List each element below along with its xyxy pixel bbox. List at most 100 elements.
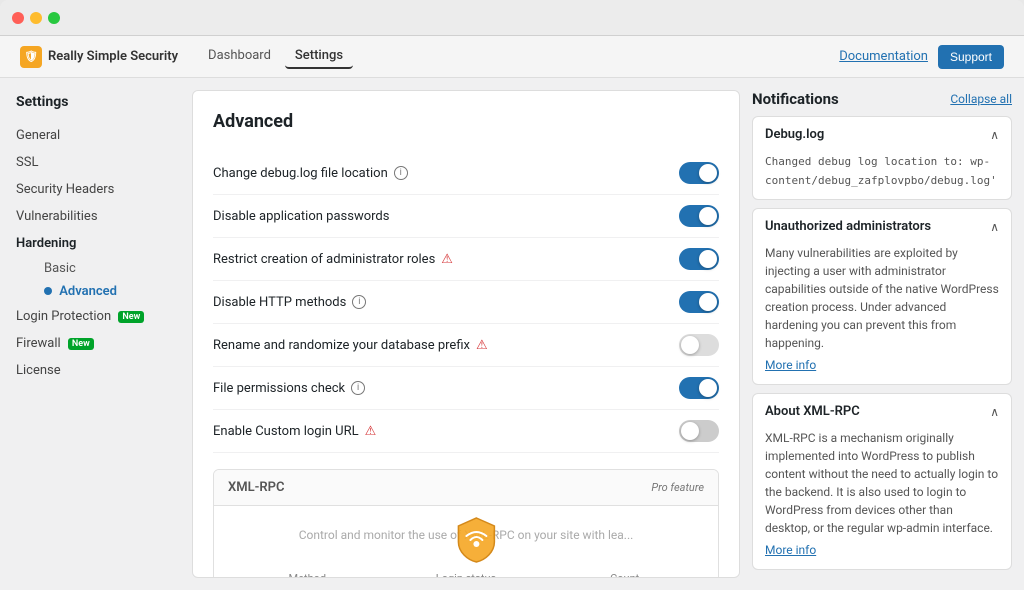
notif-card-unauthorized-admins-header[interactable]: Unauthorized administrators ∧ <box>753 209 1011 244</box>
toggle-db-prefix[interactable] <box>679 334 719 356</box>
toggle-file-permissions[interactable] <box>679 377 719 399</box>
sidebar-item-security-headers[interactable]: Security Headers <box>0 176 180 203</box>
shield-icon <box>450 514 502 566</box>
toggle-app-passwords[interactable] <box>679 205 719 227</box>
toggle-debug-log[interactable] <box>679 162 719 184</box>
toggle-track-app-passwords[interactable] <box>679 205 719 227</box>
xml-rpc-header: XML-RPC Pro feature <box>214 470 718 506</box>
toggle-track-http-methods[interactable] <box>679 291 719 313</box>
toggle-track-db-prefix[interactable] <box>679 334 719 356</box>
sidebar-item-firewall[interactable]: Firewall New <box>0 330 180 357</box>
sidebar-item-hardening[interactable]: Hardening <box>0 230 180 257</box>
sidebar-item-login-protection[interactable]: Login Protection New <box>0 303 180 330</box>
toggle-thumb-custom-login <box>681 422 699 440</box>
notif-card-xml-rpc-body: XML-RPC is a mechanism originally implem… <box>753 429 1011 569</box>
info-icon-http-methods[interactable]: i <box>352 295 366 309</box>
logo-icon: 🛡 <box>20 46 42 68</box>
toggle-custom-login[interactable] <box>679 420 719 442</box>
sidebar-item-vulnerabilities[interactable]: Vulnerabilities <box>0 203 180 230</box>
warning-icon-db-prefix: ⚠ <box>476 338 488 353</box>
setting-row-custom-login: Enable Custom login URL ⚠ <box>213 410 719 453</box>
toggle-thumb-app-passwords <box>699 207 717 225</box>
top-nav-right: Documentation Support <box>839 45 1004 69</box>
shield-container <box>450 514 502 570</box>
warning-icon-custom-login: ⚠ <box>365 424 377 439</box>
setting-label-app-passwords: Disable application passwords <box>213 209 679 224</box>
toggle-http-methods[interactable] <box>679 291 719 313</box>
toggle-thumb-http-methods <box>699 293 717 311</box>
minimize-button[interactable] <box>30 12 42 24</box>
toggle-track-debug-log[interactable] <box>679 162 719 184</box>
main-layout: Settings General SSL Security Headers Vu… <box>0 78 1024 590</box>
setting-label-debug-log: Change debug.log file location i <box>213 166 679 181</box>
info-icon-debug-log[interactable]: i <box>394 166 408 180</box>
xml-rpc-body: Control and monitor the use of XML-RPC o… <box>214 506 718 578</box>
sidebar-item-ssl[interactable]: SSL <box>0 149 180 176</box>
sidebar-title: Settings <box>0 94 180 122</box>
notif-card-debug-log-title: Debug.log <box>765 127 824 142</box>
close-button[interactable] <box>12 12 24 24</box>
notifications-header: Notifications Collapse all <box>752 90 1012 108</box>
setting-label-admin-roles: Restrict creation of administrator roles… <box>213 252 679 267</box>
sidebar-sub-basic[interactable]: Basic <box>28 257 180 280</box>
setting-row-admin-roles: Restrict creation of administrator roles… <box>213 238 719 281</box>
info-icon-file-permissions[interactable]: i <box>351 381 365 395</box>
chevron-up-icon: ∧ <box>990 128 999 142</box>
toggle-admin-roles[interactable] <box>679 248 719 270</box>
toggle-track-admin-roles[interactable] <box>679 248 719 270</box>
support-button[interactable]: Support <box>938 45 1004 69</box>
notifications-title: Notifications <box>752 90 839 108</box>
sidebar: Settings General SSL Security Headers Vu… <box>0 78 180 590</box>
content-area: Advanced Change debug.log file location … <box>180 78 1024 590</box>
top-nav: 🛡 Really Simple Security Dashboard Setti… <box>0 36 1024 78</box>
logo: 🛡 Really Simple Security <box>20 46 178 68</box>
setting-row-debug-log: Change debug.log file location i <box>213 152 719 195</box>
window-chrome <box>0 0 1024 36</box>
main-panel: Advanced Change debug.log file location … <box>192 90 740 578</box>
xml-rpc-pro-label: Pro feature <box>651 481 704 494</box>
toggle-thumb-debug-log <box>699 164 717 182</box>
setting-row-http-methods: Disable HTTP methods i <box>213 281 719 324</box>
nav-dashboard[interactable]: Dashboard <box>198 44 281 69</box>
sidebar-sub-advanced[interactable]: Advanced <box>28 280 180 303</box>
more-info-link-unauthorized[interactable]: More info <box>765 356 816 374</box>
sidebar-item-general[interactable]: General <box>0 122 180 149</box>
notif-card-unauthorized-admins-title: Unauthorized administrators <box>765 219 931 234</box>
toggle-track-custom-login[interactable] <box>679 420 719 442</box>
notif-card-xml-rpc-header[interactable]: About XML-RPC ∧ <box>753 394 1011 429</box>
logo-text: Really Simple Security <box>48 49 178 64</box>
setting-row-file-permissions: File permissions check i <box>213 367 719 410</box>
chevron-up-icon-2: ∧ <box>990 220 999 234</box>
chevron-up-icon-3: ∧ <box>990 405 999 419</box>
toggle-track-file-permissions[interactable] <box>679 377 719 399</box>
notif-card-debug-log-body: Changed debug log location to: wp-conten… <box>753 152 1011 199</box>
sidebar-sub-hardening: Basic Advanced <box>0 257 180 303</box>
notif-card-xml-rpc: About XML-RPC ∧ XML-RPC is a mechanism o… <box>752 393 1012 570</box>
nav-settings[interactable]: Settings <box>285 44 353 69</box>
warning-icon-admin-roles: ⚠ <box>441 252 453 267</box>
maximize-button[interactable] <box>48 12 60 24</box>
active-dot <box>44 287 52 295</box>
setting-label-custom-login: Enable Custom login URL ⚠ <box>213 424 679 439</box>
notif-card-unauthorized-admins: Unauthorized administrators ∧ Many vulne… <box>752 208 1012 385</box>
notif-card-debug-log: Debug.log ∧ Changed debug log location t… <box>752 116 1012 200</box>
nav-links: Dashboard Settings <box>198 44 353 69</box>
toggle-thumb-admin-roles <box>699 250 717 268</box>
notif-card-unauthorized-admins-body: Many vulnerabilities are exploited by in… <box>753 244 1011 384</box>
panel-title: Advanced <box>213 111 719 132</box>
notifications-panel: Notifications Collapse all Debug.log ∧ C… <box>752 90 1012 578</box>
documentation-link[interactable]: Documentation <box>839 49 928 64</box>
notif-card-xml-rpc-title: About XML-RPC <box>765 404 860 419</box>
setting-label-file-permissions: File permissions check i <box>213 381 679 396</box>
more-info-link-xml-rpc[interactable]: More info <box>765 541 816 559</box>
sidebar-item-license[interactable]: License <box>0 357 180 384</box>
collapse-all-link[interactable]: Collapse all <box>950 92 1012 106</box>
setting-row-db-prefix: Rename and randomize your database prefi… <box>213 324 719 367</box>
setting-row-app-passwords: Disable application passwords <box>213 195 719 238</box>
setting-label-db-prefix: Rename and randomize your database prefi… <box>213 338 679 353</box>
notif-card-debug-log-header[interactable]: Debug.log ∧ <box>753 117 1011 152</box>
setting-label-http-methods: Disable HTTP methods i <box>213 295 679 310</box>
top-nav-left: 🛡 Really Simple Security Dashboard Setti… <box>20 44 353 69</box>
xml-rpc-section: XML-RPC Pro feature <box>213 469 719 578</box>
toggle-thumb-file-permissions <box>699 379 717 397</box>
